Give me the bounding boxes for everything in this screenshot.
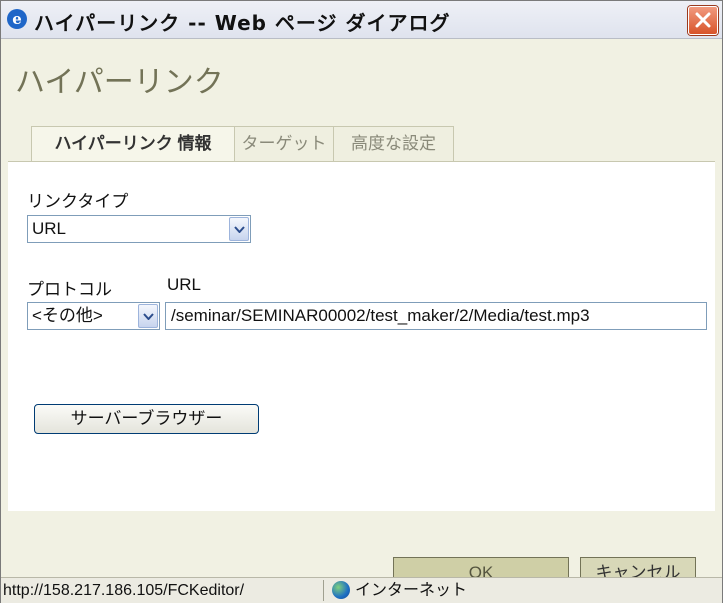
url-input[interactable]: /seminar/SEMINAR00002/test_maker/2/Media… bbox=[165, 302, 707, 330]
link-type-select[interactable]: URL bbox=[27, 215, 251, 243]
security-zone: インターネット bbox=[355, 582, 468, 599]
ie-icon: e bbox=[7, 9, 27, 29]
tab-advanced[interactable]: 高度な設定 bbox=[333, 126, 454, 161]
close-icon bbox=[695, 12, 711, 28]
dialog-heading: ハイパーリンク bbox=[15, 66, 224, 99]
tab-panel bbox=[8, 161, 715, 511]
window-title: ハイパーリンク -- Web ページ ダイアログ bbox=[34, 11, 451, 35]
close-button[interactable] bbox=[688, 6, 718, 35]
dialog-body: ハイパーリンク ハイパーリンク 情報 ターゲット 高度な設定 リンクタイプ UR… bbox=[1, 39, 722, 589]
server-browser-button[interactable]: サーバーブラウザー bbox=[34, 404, 259, 434]
globe-icon bbox=[332, 581, 350, 599]
link-type-value: URL bbox=[32, 219, 67, 238]
title-bar[interactable]: e ハイパーリンク -- Web ページ ダイアログ bbox=[1, 1, 722, 39]
protocol-label: プロトコル bbox=[27, 280, 112, 299]
url-label: URL bbox=[167, 275, 202, 294]
dropdown-arrow-icon[interactable] bbox=[229, 217, 249, 241]
status-bar: http://158.217.186.105/FCKeditor/ インターネッ… bbox=[1, 577, 722, 603]
protocol-select[interactable]: <その他> bbox=[27, 302, 160, 330]
protocol-value: <その他> bbox=[32, 306, 103, 325]
status-url: http://158.217.186.105/FCKeditor/ bbox=[3, 580, 324, 601]
dialog-window: e ハイパーリンク -- Web ページ ダイアログ ハイパーリンク ハイパーリ… bbox=[0, 0, 723, 603]
tab-target[interactable]: ターゲット bbox=[234, 126, 334, 161]
dropdown-arrow-icon[interactable] bbox=[138, 304, 158, 328]
link-type-label: リンクタイプ bbox=[27, 192, 129, 211]
tab-hyperlink-info[interactable]: ハイパーリンク 情報 bbox=[31, 126, 235, 163]
